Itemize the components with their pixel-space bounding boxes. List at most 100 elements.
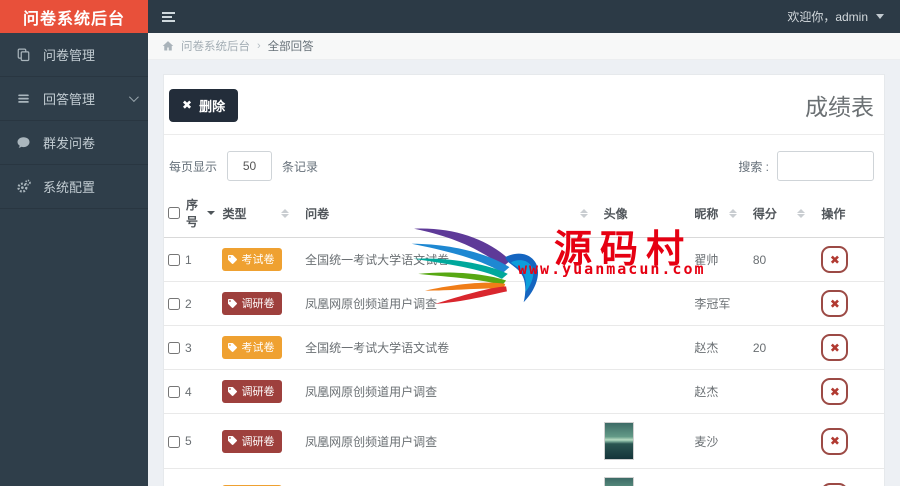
table-row: 2 调研卷 凤凰网原创频道用户调查 李冠军 ✖ [164,281,884,326]
sidebar-item-broadcast-questionnaire[interactable]: 群发问卷 [0,121,148,165]
type-badge-label: 调研卷 [241,386,275,398]
column-header-6[interactable]: 得分 [748,191,818,238]
home-icon [162,41,174,51]
sort-icon[interactable] [281,208,290,218]
sidebar-item-system-config[interactable]: 系统配置 [0,165,148,209]
row-checkbox[interactable] [168,342,180,355]
row-delete-button[interactable]: ✖ [821,482,849,486]
column-header-2[interactable]: 类型 [218,191,302,238]
nickname: 翟帅 [694,253,719,267]
breadcrumb-separator: › [257,40,261,52]
comment-icon [17,137,30,148]
row-checkbox[interactable] [168,254,180,267]
nickname: 赵杰 [694,341,719,355]
table-row: 3 考试卷 全国统一考试大学语文试卷 赵杰 20 ✖ [164,325,884,370]
sort-desc-icon[interactable] [207,211,216,215]
table-row: 6 考试卷 全国统一考试大学语文试卷 麦沙 80 ✖ [164,468,884,486]
welcome-text: 欢迎你，admin [787,10,868,24]
type-badge-label: 考试卷 [241,342,275,354]
type-badge[interactable]: 调研卷 [222,292,283,315]
row-number: 2 [185,296,192,311]
app-logo[interactable]: 问卷系统后台 [0,0,148,33]
sort-icon[interactable] [728,208,737,218]
column-header-7: 操作 [817,191,884,238]
row-checkbox[interactable] [168,386,180,399]
sidebar-item-answer-manage[interactable]: 回答管理 [0,77,148,121]
row-delete-button[interactable]: ✖ [821,334,849,361]
app-window: 问卷系统后台 欢迎你，admin 问卷管理 回答管理 群发问卷 系统配置 问卷系… [0,0,900,486]
column-header-1[interactable]: 序号 [164,191,219,238]
questionnaire-name: 凤凰网原创频道用户调查 [305,385,438,399]
search-input[interactable] [777,151,874,181]
type-badge-label: 考试卷 [241,254,275,266]
results-panel: ✖ 删除 成绩表 每页显示 条记录 搜索 : 序号 类型 问卷 头像 昵称 得分 操作 1 [163,74,885,486]
main-content: 问卷系统后台 › 全部回答 ✖ 删除 成绩表 每页显示 条记录 搜索 : [148,33,900,486]
row-delete-button[interactable]: ✖ [821,427,849,455]
column-header-4: 头像 [599,191,691,238]
chevron-down-icon [876,14,884,19]
tag-icon [228,436,238,445]
tag-icon [228,386,238,396]
row-number: 4 [185,384,192,399]
row-number: 3 [185,340,192,355]
sidebar-toggle-button[interactable] [148,0,188,33]
page-size-prefix: 每页显示 [169,159,218,174]
results-table: 序号 类型 问卷 头像 昵称 得分 操作 1 考试卷 全国统一考试大学语文试卷 翟帅 80 … [164,191,884,486]
search-label: 搜索 : [738,159,769,174]
copy-icon [17,48,30,62]
sidebar: 问卷管理 回答管理 群发问卷 系统配置 [0,33,148,486]
column-header-label: 序号 [186,198,199,229]
tag-icon [228,342,238,352]
x-icon: ✖ [182,98,193,112]
row-delete-button[interactable]: ✖ [821,378,849,405]
sidebar-item-label: 群发问卷 [43,136,96,151]
page-size-suffix: 条记录 [282,159,319,174]
questionnaire-name: 凤凰网原创频道用户调查 [305,434,438,449]
questionnaire-name: 凤凰网原创频道用户调查 [305,297,438,311]
table-body: 1 考试卷 全国统一考试大学语文试卷 翟帅 80 ✖ 2 调研卷 凤凰网原创频道… [164,238,884,486]
page-size-input[interactable] [227,151,273,181]
delete-button-label: 删除 [199,98,226,114]
nickname: 赵杰 [694,385,719,399]
row-number: 1 [185,252,192,267]
type-badge[interactable]: 调研卷 [222,380,283,403]
row-delete-button[interactable]: ✖ [821,290,849,317]
row-checkbox[interactable] [168,435,180,448]
type-badge[interactable]: 考试卷 [222,248,283,271]
sidebar-item-label: 系统配置 [43,180,96,195]
table-row: 5 调研卷 凤凰网原创频道用户调查 麦沙 ✖ [164,413,884,469]
row-number: 5 [185,434,192,448]
row-checkbox[interactable] [168,298,180,311]
column-header-5[interactable]: 昵称 [690,191,749,238]
select-all-checkbox[interactable] [168,207,180,219]
sidebar-item-questionnaire-manage[interactable]: 问卷管理 [0,33,148,77]
table-row: 1 考试卷 全国统一考试大学语文试卷 翟帅 80 ✖ [164,238,884,282]
type-badge[interactable]: 调研卷 [222,429,283,453]
cogs-icon [17,179,31,193]
column-header-label: 类型 [222,206,247,221]
sort-icon[interactable] [797,208,806,218]
user-menu[interactable]: 欢迎你，admin [787,0,900,33]
chevron-down-icon [128,92,139,103]
page-title: 成绩表 [805,94,874,120]
hamburger-icon [161,11,175,22]
questionnaire-name: 全国统一考试大学语文试卷 [305,341,450,355]
type-badge[interactable]: 考试卷 [222,336,283,359]
avatar [603,477,634,486]
row-delete-button[interactable]: ✖ [821,246,849,273]
sort-icon[interactable] [579,208,588,218]
nickname: 李冠军 [694,297,731,311]
column-header-label: 昵称 [694,206,719,221]
nickname: 麦沙 [694,434,719,449]
type-badge-label: 调研卷 [241,298,275,310]
sidebar-item-label: 回答管理 [43,92,96,107]
top-bar: 问卷系统后台 欢迎你，admin [0,0,900,33]
column-header-3[interactable]: 问卷 [301,191,600,238]
table-toolbar: 每页显示 条记录 搜索 : [164,135,884,191]
breadcrumb: 问卷系统后台 › 全部回答 [148,33,900,60]
sidebar-item-label: 问卷管理 [43,48,96,63]
avatar [603,422,634,460]
delete-button[interactable]: ✖ 删除 [169,88,239,122]
breadcrumb-root[interactable]: 问卷系统后台 [181,38,250,54]
panel-header: ✖ 删除 成绩表 [164,75,884,135]
